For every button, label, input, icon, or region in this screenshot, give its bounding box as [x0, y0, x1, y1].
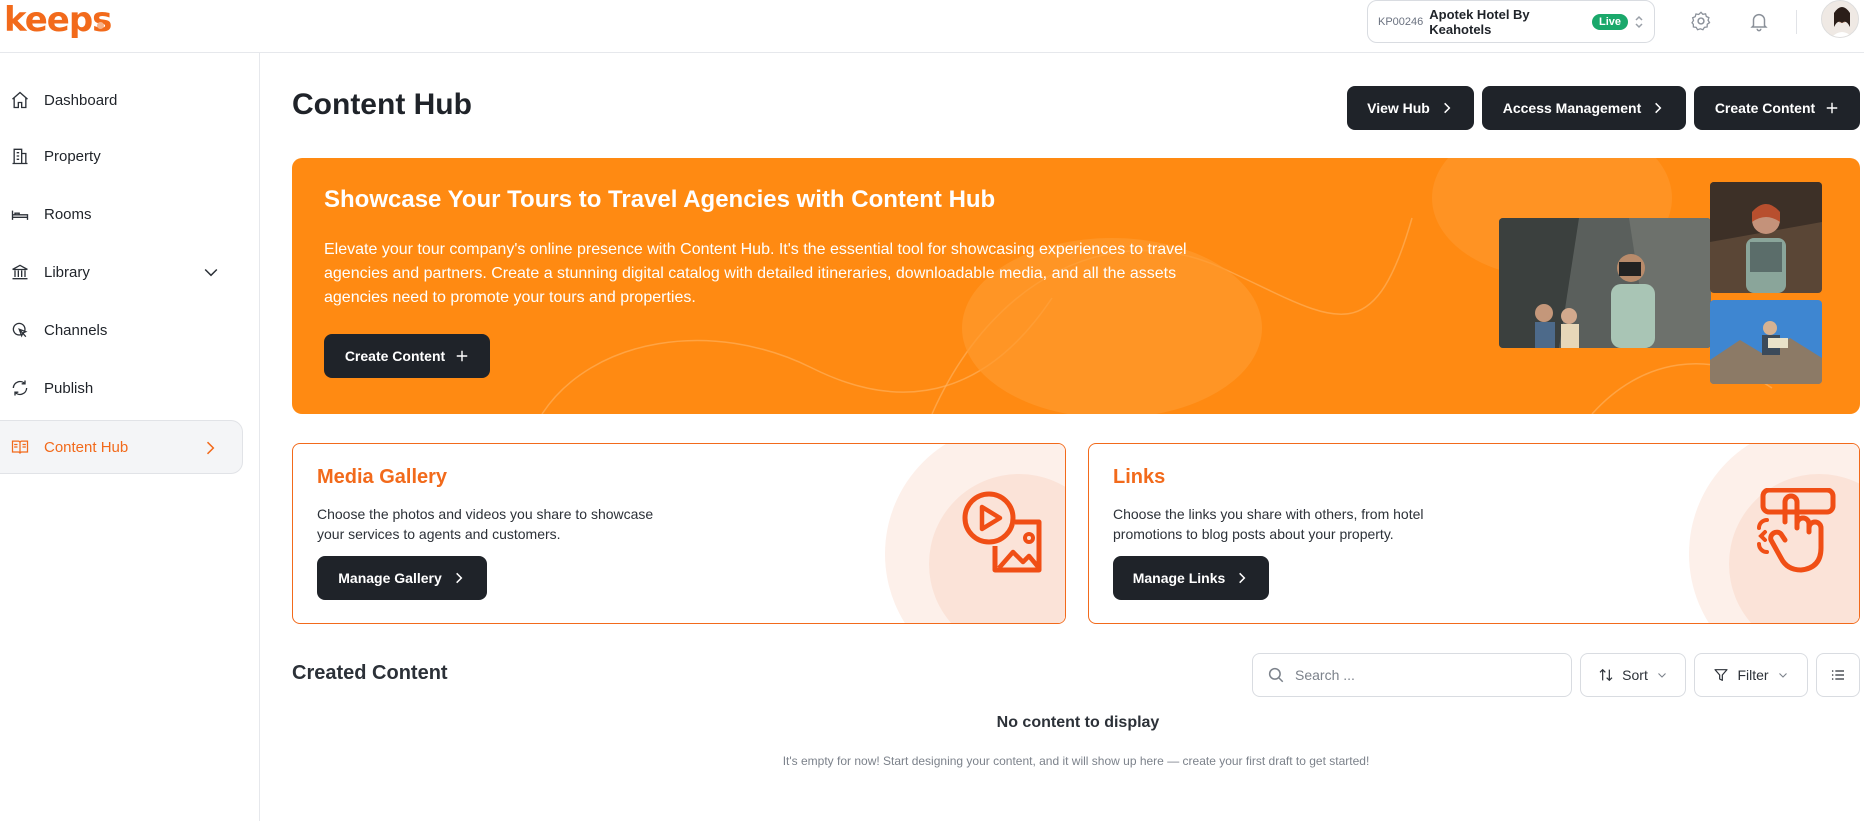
- media-gallery-icon: [962, 491, 1042, 573]
- access-management-label: Access Management: [1502, 100, 1642, 116]
- manage-links-button[interactable]: Manage Links: [1113, 556, 1269, 600]
- home-icon: [12, 91, 28, 109]
- sidebar-item-library[interactable]: Library: [0, 245, 243, 299]
- logo-dot: [97, 22, 104, 29]
- chevron-right-icon: [1655, 102, 1662, 114]
- sidebar-item-label: Library: [44, 263, 90, 281]
- sidebar-item-label: Channels: [44, 321, 108, 339]
- avatar[interactable]: [1821, 0, 1859, 38]
- search-icon: [1268, 667, 1284, 683]
- keeps-logo[interactable]: keeps: [4, 0, 112, 40]
- status-badge: Live: [1591, 13, 1628, 30]
- hero-photo-hiker: [1710, 182, 1822, 293]
- list-view-button[interactable]: [1816, 653, 1860, 697]
- property-code: KP00246: [1378, 15, 1424, 28]
- building-icon: [12, 148, 28, 165]
- sidebar-item-dashboard[interactable]: Dashboard: [0, 73, 243, 127]
- link-click-icon: [1757, 488, 1836, 573]
- pointer-icon: [12, 322, 28, 338]
- page-title: Content Hub: [292, 88, 472, 121]
- media-gallery-card: Media Gallery Choose the photos and vide…: [292, 443, 1066, 624]
- manage-gallery-label: Manage Gallery: [338, 570, 442, 586]
- bed-icon: [11, 210, 29, 220]
- links-title: Links: [1113, 466, 1166, 488]
- sort-button[interactable]: Sort: [1580, 653, 1686, 697]
- hero-title: Showcase Your Tours to Travel Agencies w…: [324, 186, 996, 213]
- links-card: Links Choose the links you share with ot…: [1088, 443, 1860, 624]
- chevron-down-icon: [1657, 673, 1666, 678]
- links-text: Choose the links you share with others, …: [1113, 506, 1424, 542]
- hero-banner: Showcase Your Tours to Travel Agencies w…: [292, 158, 1860, 414]
- sidebar-item-label: Property: [44, 147, 101, 165]
- empty-state-text: It's empty for now! Start designing your…: [782, 754, 1370, 768]
- search-input[interactable]: [1295, 667, 1555, 683]
- create-content-label: Create Content: [1714, 100, 1816, 116]
- search-box: [1252, 653, 1572, 697]
- sort-label: Sort: [1622, 667, 1648, 683]
- sidebar-item-content-hub[interactable]: Content Hub: [0, 420, 243, 474]
- media-gallery-text: Choose the photos and videos you share t…: [317, 506, 654, 542]
- hero-create-content-label: Create Content: [344, 348, 446, 364]
- chevron-up-down-icon: [1634, 14, 1644, 30]
- manage-gallery-button[interactable]: Manage Gallery: [317, 556, 487, 600]
- chevron-down-icon: [1778, 673, 1787, 678]
- chevron-down-icon[interactable]: [201, 262, 221, 282]
- book-icon: [11, 440, 29, 454]
- filter-icon: [1714, 669, 1729, 681]
- sidebar-item-publish[interactable]: Publish: [0, 361, 243, 415]
- hero-photo-mountain: [1710, 300, 1822, 384]
- sidebar-item-label: Dashboard: [44, 91, 118, 109]
- top-bar: keeps KP00246 Apotek Hotel By Keahotels …: [0, 0, 1864, 53]
- sidebar: Dashboard Property Rooms Library Channel…: [0, 53, 260, 821]
- view-hub-label: View Hub: [1367, 100, 1430, 116]
- chevron-right-icon: [206, 441, 215, 455]
- hero-photo-photographer: [1499, 218, 1711, 348]
- library-icon: [12, 264, 28, 280]
- media-gallery-title: Media Gallery: [317, 466, 448, 488]
- property-switcher[interactable]: KP00246 Apotek Hotel By Keahotels Live: [1367, 0, 1655, 43]
- chevron-right-icon: [455, 572, 463, 584]
- create-content-button[interactable]: Create Content: [1694, 86, 1860, 130]
- chevron-right-icon: [1239, 572, 1246, 584]
- plus-icon: [456, 350, 468, 362]
- plus-icon: [1826, 102, 1838, 114]
- sort-icon: [1599, 668, 1613, 682]
- view-hub-button[interactable]: View Hub: [1347, 86, 1474, 130]
- filter-button[interactable]: Filter: [1694, 653, 1808, 697]
- divider: [1796, 10, 1797, 34]
- sidebar-item-label: Rooms: [44, 205, 92, 223]
- sidebar-item-label: Publish: [44, 379, 94, 397]
- empty-state-title: No content to display: [996, 714, 1160, 731]
- access-management-button[interactable]: Access Management: [1482, 86, 1686, 130]
- chevron-right-icon: [1444, 102, 1451, 114]
- hero-create-content-button[interactable]: Create Content: [324, 334, 490, 378]
- settings-icon[interactable]: [1690, 10, 1712, 32]
- sidebar-item-channels[interactable]: Channels: [0, 303, 243, 357]
- bell-icon[interactable]: [1748, 10, 1770, 32]
- property-name: Apotek Hotel By Keahotels: [1429, 6, 1530, 37]
- sync-icon: [12, 380, 28, 396]
- sidebar-item-rooms[interactable]: Rooms: [0, 187, 243, 241]
- list-icon: [1831, 670, 1844, 680]
- sidebar-item-property[interactable]: Property: [0, 129, 243, 183]
- created-content-title: Created Content: [292, 662, 448, 684]
- filter-label: Filter: [1737, 667, 1769, 683]
- sidebar-item-label: Content Hub: [44, 438, 129, 456]
- hero-text: Elevate your tour company's online prese…: [324, 241, 1187, 306]
- manage-links-label: Manage Links: [1132, 570, 1226, 586]
